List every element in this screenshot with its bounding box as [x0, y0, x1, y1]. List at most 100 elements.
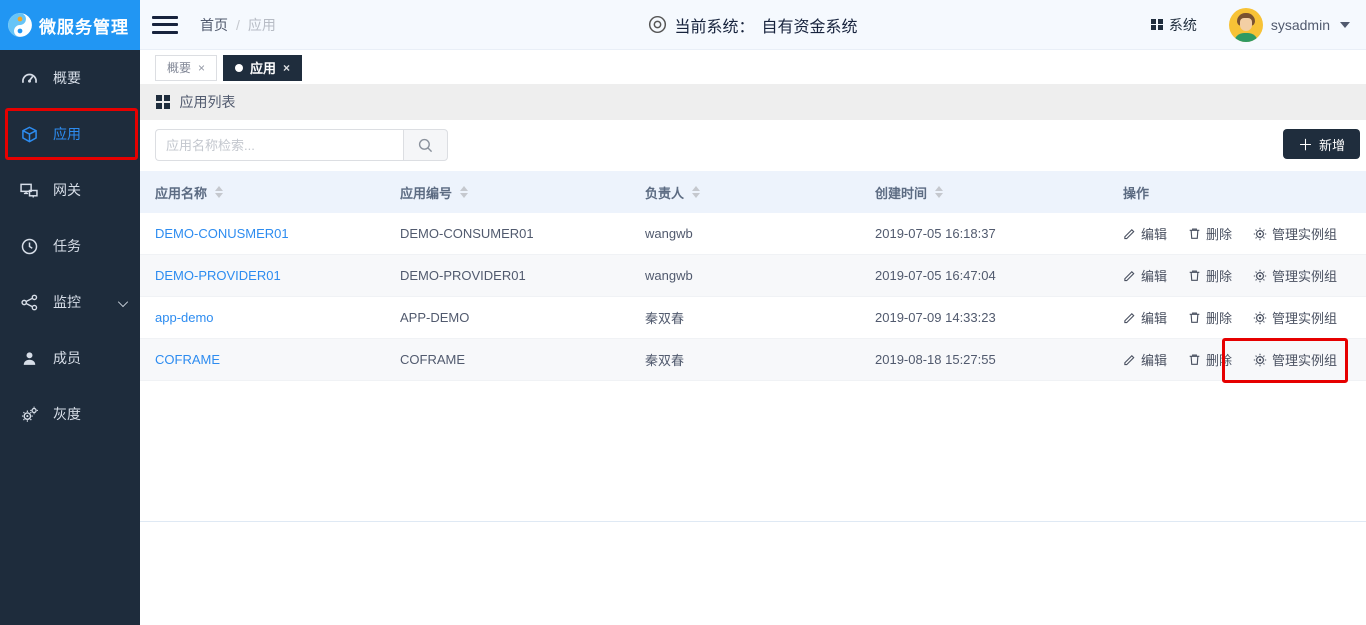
delete-action[interactable]: 删除 [1188, 266, 1232, 285]
column-header-app-code[interactable]: 应用编号 [385, 183, 630, 202]
created-cell: 2019-07-09 14:33:23 [860, 310, 1108, 325]
plus-icon: ＋ [1298, 134, 1313, 155]
section-title: 应用列表 [180, 92, 236, 112]
breadcrumb-home[interactable]: 首页 [200, 15, 228, 35]
sort-icon[interactable] [935, 186, 943, 198]
edit-action[interactable]: 编辑 [1123, 308, 1167, 327]
sidebar-item-gateway[interactable]: 网关 [0, 162, 140, 218]
app-name-link[interactable]: COFRAME [155, 352, 220, 367]
sidebar-item-label: 应用 [53, 124, 81, 144]
system-menu-button[interactable]: 系统 [1151, 15, 1197, 35]
pencil-icon [1123, 269, 1136, 282]
eye-icon [648, 15, 667, 34]
delete-action[interactable]: 删除 [1188, 350, 1232, 369]
trash-icon [1188, 353, 1201, 366]
search-button[interactable] [403, 129, 448, 161]
owner-cell: 秦双春 [630, 308, 860, 327]
delete-action[interactable]: 删除 [1188, 224, 1232, 243]
owner-cell: wangwb [630, 226, 860, 241]
sort-icon[interactable] [692, 186, 700, 198]
manage-instance-group-action[interactable]: 管理实例组 [1253, 266, 1337, 285]
sidebar-item-label: 灰度 [53, 404, 81, 424]
clock-icon [20, 237, 38, 255]
applications-table: 应用名称 应用编号 负责人 创建时间 操作 DEMO-CONUSMER01 DE… [140, 171, 1366, 381]
sidebar-item-label: 概要 [53, 68, 81, 88]
breadcrumb-current: 应用 [248, 15, 276, 35]
user-icon [20, 349, 38, 367]
app-logo[interactable]: 微服务管理 [0, 0, 140, 50]
created-cell: 2019-07-05 16:47:04 [860, 268, 1108, 283]
top-header: 首页 / 应用 当前系统：自有资金系统 系统 sysadmin [140, 0, 1366, 50]
app-code-cell: APP-DEMO [385, 310, 630, 325]
username: sysadmin [1271, 17, 1330, 33]
gear-icon [1253, 311, 1267, 325]
trash-icon [1188, 269, 1201, 282]
breadcrumb-separator: / [236, 17, 240, 33]
search-input[interactable] [155, 129, 403, 161]
sidebar-item-tasks[interactable]: 任务 [0, 218, 140, 274]
breadcrumb: 首页 / 应用 [200, 15, 276, 35]
logo-swirl-icon [7, 12, 33, 38]
search-icon [418, 138, 433, 153]
app-name-link[interactable]: app-demo [155, 310, 214, 325]
created-cell: 2019-08-18 15:27:55 [860, 352, 1108, 367]
topbar-right: 系统 sysadmin [1151, 8, 1366, 42]
sort-icon[interactable] [215, 186, 223, 198]
system-menu-label: 系统 [1169, 15, 1197, 35]
gear-icon [1253, 269, 1267, 283]
trash-icon [1188, 311, 1201, 324]
edit-action[interactable]: 编辑 [1123, 266, 1167, 285]
sidebar-item-applications[interactable]: 应用 [0, 106, 140, 162]
caret-down-icon [1340, 22, 1350, 28]
active-tab-dot-icon [235, 64, 243, 72]
column-header-actions: 操作 [1108, 183, 1366, 202]
add-button-label: 新增 [1319, 135, 1345, 154]
user-menu[interactable]: sysadmin [1229, 8, 1350, 42]
column-header-app-name[interactable]: 应用名称 [140, 183, 385, 202]
pencil-icon [1123, 311, 1136, 324]
app-code-cell: DEMO-CONSUMER01 [385, 226, 630, 241]
sidebar-menu: 概要 应用 网关 任务 监控 [0, 50, 140, 442]
sidebar-item-gray-release[interactable]: 灰度 [0, 386, 140, 442]
edit-action[interactable]: 编辑 [1123, 224, 1167, 243]
column-header-created[interactable]: 创建时间 [860, 183, 1108, 202]
tab-overview[interactable]: 概要 × [155, 55, 217, 81]
sidebar-item-members[interactable]: 成员 [0, 330, 140, 386]
manage-instance-group-action[interactable]: 管理实例组 [1253, 224, 1337, 243]
current-system-value: 自有资金系统 [762, 13, 858, 37]
owner-cell: wangwb [630, 268, 860, 283]
cube-icon [20, 125, 38, 143]
avatar [1229, 8, 1263, 42]
dashboard-icon [20, 69, 38, 87]
app-code-cell: DEMO-PROVIDER01 [385, 268, 630, 283]
sidebar-item-label: 监控 [53, 292, 81, 312]
tab-applications[interactable]: 应用 × [223, 55, 302, 81]
tab-close-icon[interactable]: × [283, 61, 290, 75]
delete-action[interactable]: 删除 [1188, 308, 1232, 327]
app-name-link[interactable]: DEMO-CONUSMER01 [155, 226, 289, 241]
content-bottom-divider [140, 521, 1366, 522]
manage-instance-group-action[interactable]: 管理实例组 [1253, 350, 1337, 369]
sort-icon[interactable] [460, 186, 468, 198]
sidebar-item-monitoring[interactable]: 监控 [0, 274, 140, 330]
search-group [155, 129, 448, 161]
app-name-link[interactable]: DEMO-PROVIDER01 [155, 268, 281, 283]
trash-icon [1188, 227, 1201, 240]
sidebar-item-overview[interactable]: 概要 [0, 50, 140, 106]
created-cell: 2019-07-05 16:18:37 [860, 226, 1108, 241]
app-code-cell: COFRAME [385, 352, 630, 367]
chevron-down-icon [118, 297, 128, 307]
tab-label: 应用 [250, 58, 276, 77]
sidebar-item-label: 任务 [53, 236, 81, 256]
gateway-icon [20, 181, 38, 199]
manage-instance-group-action[interactable]: 管理实例组 [1253, 308, 1337, 327]
column-header-owner[interactable]: 负责人 [630, 183, 860, 202]
tab-close-icon[interactable]: × [198, 61, 205, 75]
edit-action[interactable]: 编辑 [1123, 350, 1167, 369]
add-button[interactable]: ＋ 新增 [1283, 129, 1360, 159]
sidebar: 微服务管理 概要 应用 网关 任务 [0, 0, 140, 625]
tab-label: 概要 [167, 59, 191, 76]
hamburger-menu-icon[interactable] [152, 16, 178, 34]
share-nodes-icon [20, 293, 38, 311]
grid-icon [1151, 19, 1163, 31]
